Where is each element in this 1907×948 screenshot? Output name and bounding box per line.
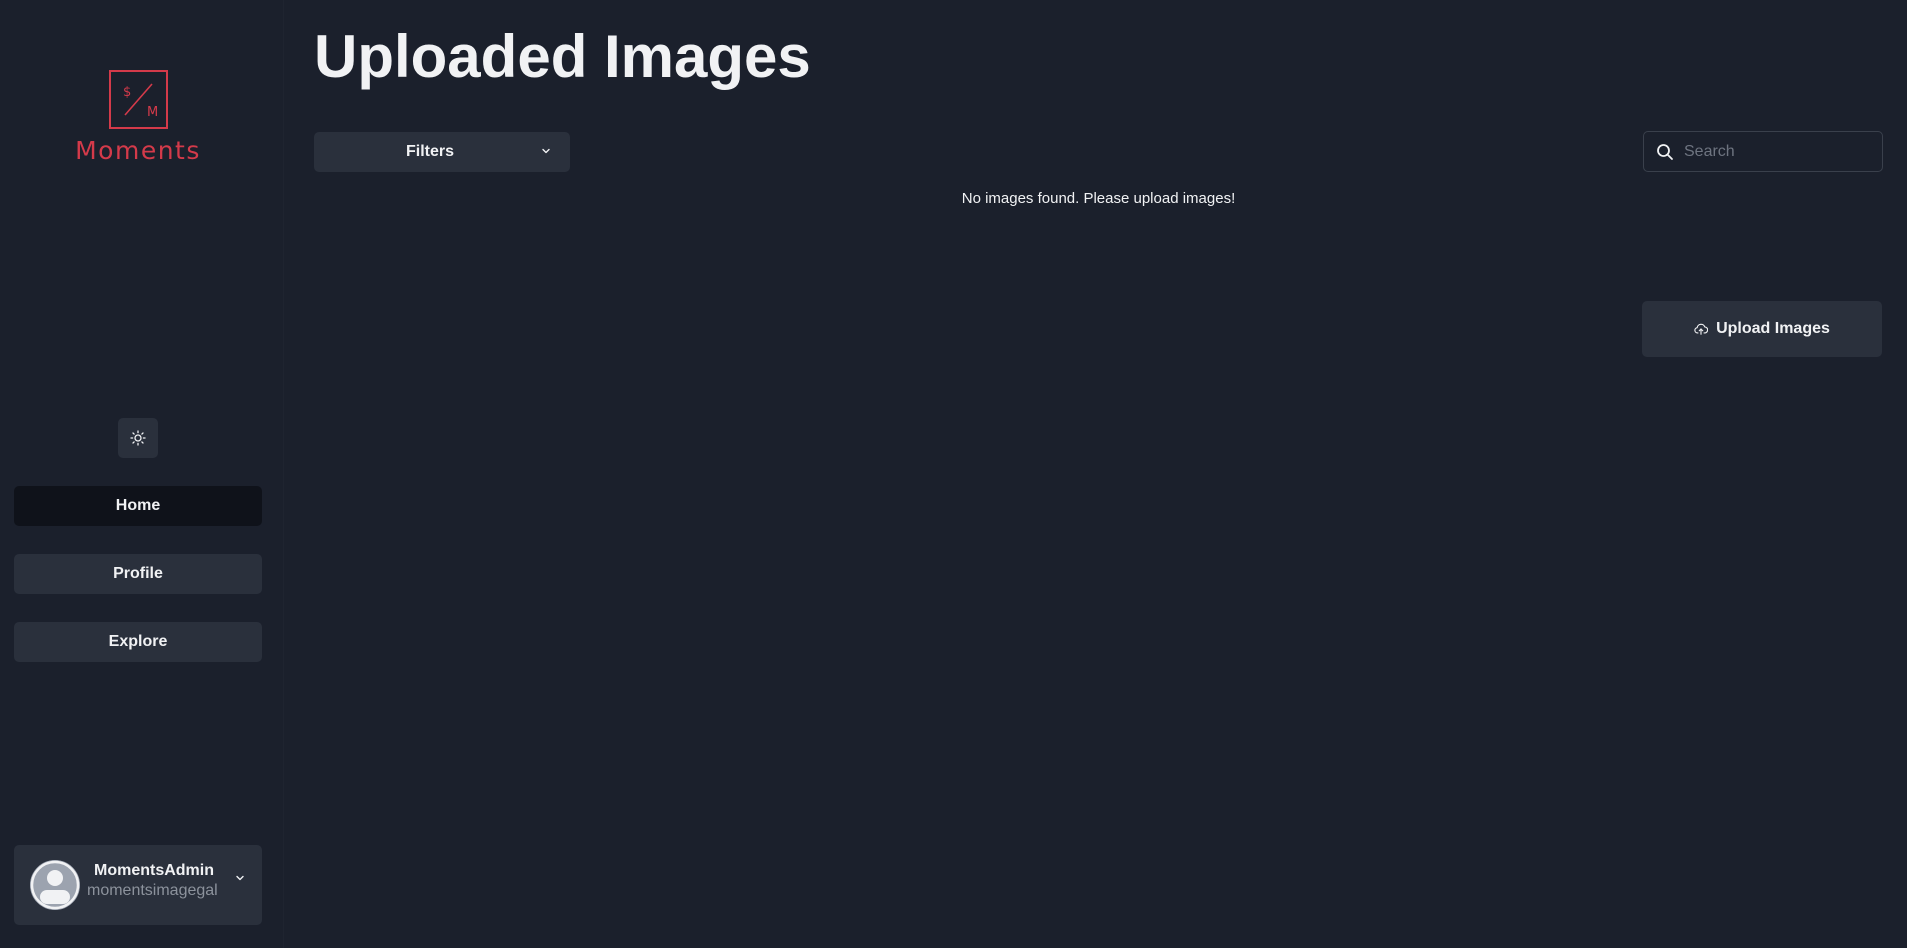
svg-text:$: $ <box>123 85 131 100</box>
chevron-down-icon <box>542 148 550 154</box>
avatar <box>30 860 80 910</box>
logo-icon: $ M <box>123 83 158 120</box>
logo-mark: $ M <box>108 70 168 129</box>
filters-label: Filters <box>405 143 454 160</box>
theme-toggle-button[interactable] <box>118 418 158 458</box>
filters-dropdown[interactable]: Filters <box>314 132 570 172</box>
search-icon <box>1657 144 1673 160</box>
user-avatar-icon <box>30 860 80 910</box>
upload-images-button[interactable]: Upload Images <box>1642 301 1882 357</box>
cloud-upload-icon <box>1694 323 1709 335</box>
brand-logo[interactable]: $ M Moments <box>0 70 276 165</box>
upload-images-label: Upload Images <box>1716 320 1830 337</box>
svg-text:M: M <box>147 105 158 120</box>
app-root: $ M Moments Home Profile Explore Moments… <box>0 0 1907 948</box>
empty-state-message: No images found. Please upload images! <box>961 190 1236 207</box>
user-name: MomentsAdmin <box>94 862 214 879</box>
search-box <box>1643 131 1883 172</box>
nav-home-button[interactable]: Home <box>14 486 262 526</box>
chevron-down-icon <box>236 875 244 881</box>
brand-name: Moments <box>75 136 201 165</box>
sidebar: $ M Moments Home Profile Explore Moments… <box>0 0 284 948</box>
user-email: momentsimagegal <box>87 882 218 899</box>
nav-profile-button[interactable]: Profile <box>14 554 262 594</box>
nav-explore-button[interactable]: Explore <box>14 622 262 662</box>
search-input[interactable] <box>1684 132 1880 171</box>
user-menu[interactable]: MomentsAdmin momentsimagegal <box>14 845 262 925</box>
page-title: Uploaded Images <box>314 23 811 90</box>
sun-icon <box>130 430 146 446</box>
